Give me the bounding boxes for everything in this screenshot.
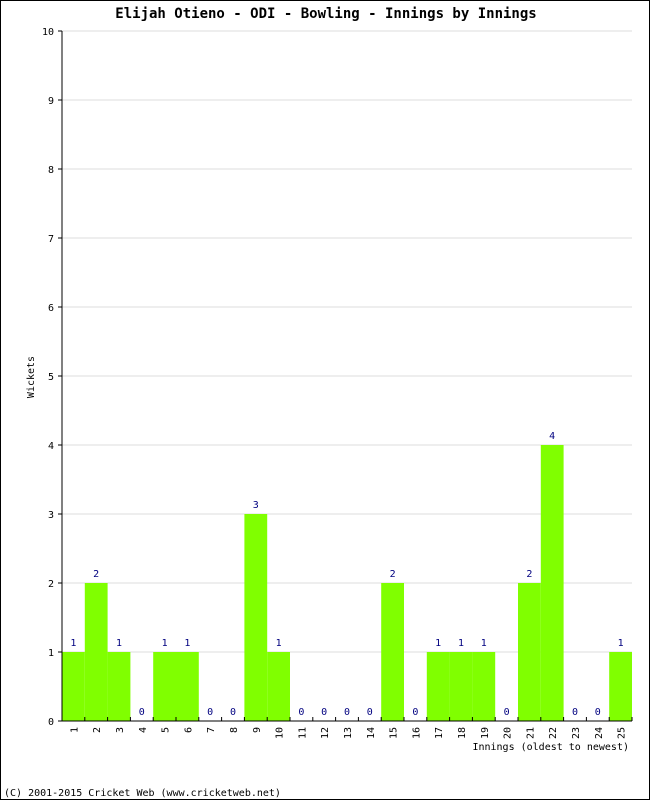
bar [472, 652, 496, 721]
x-tick-label: 8 [229, 727, 240, 733]
y-tick-label: 3 [48, 510, 54, 521]
x-tick-label: 24 [594, 727, 605, 739]
y-tick-label: 0 [48, 717, 54, 728]
x-tick-label: 15 [389, 727, 400, 739]
bar-value-label: 2 [526, 569, 532, 580]
x-tick-label: 23 [571, 727, 582, 739]
x-tick-label: 13 [343, 727, 354, 739]
y-tick-labels: 0 1 2 3 4 5 6 7 8 9 10 [42, 27, 54, 728]
bar-value-label: 0 [298, 707, 304, 718]
bar [540, 445, 564, 721]
x-tick-label: 3 [115, 727, 126, 733]
bar-value-label: 1 [70, 638, 76, 649]
chart-title: Elijah Otieno - ODI - Bowling - Innings … [115, 6, 536, 22]
x-axis-label: Innings (oldest to newest) [472, 742, 629, 753]
bar-value-label: 1 [435, 638, 441, 649]
x-tick-label: 19 [480, 727, 491, 739]
x-tick-label: 1 [69, 727, 80, 733]
bar [381, 583, 404, 721]
x-tick-label: 17 [434, 727, 445, 739]
bar-value-label: 1 [162, 638, 168, 649]
x-tick-label: 10 [275, 727, 286, 739]
bar [107, 652, 131, 721]
bar-value-label: 0 [595, 707, 601, 718]
bar-value-label: 2 [390, 569, 396, 580]
bar-value-label: 1 [481, 638, 487, 649]
bar-value-label: 0 [139, 707, 145, 718]
y-tick-label: 10 [42, 27, 54, 38]
bar [62, 652, 85, 721]
bar [153, 652, 176, 721]
x-tick-label: 25 [617, 727, 628, 739]
x-tick-label: 2 [92, 727, 103, 733]
y-tick-label: 9 [48, 96, 54, 107]
x-tick-label: 16 [411, 727, 422, 739]
bar [609, 652, 632, 721]
x-tick-label: 22 [548, 727, 559, 739]
x-tick-label: 14 [366, 727, 377, 739]
y-tick-label: 4 [48, 441, 54, 452]
bar-value-label: 1 [458, 638, 464, 649]
bar-value-label: 0 [412, 707, 418, 718]
bar-value-label: 1 [184, 638, 190, 649]
bar-value-label: 1 [618, 638, 624, 649]
x-tick-label: 18 [457, 727, 468, 739]
bar-value-label: 0 [321, 707, 327, 718]
bar-value-label: 1 [116, 638, 122, 649]
bar [244, 514, 268, 721]
bar [84, 583, 108, 721]
y-tick-label: 7 [48, 234, 54, 245]
bar-value-label: 0 [504, 707, 510, 718]
bar-value-label: 3 [253, 500, 259, 511]
x-tick-labels: 1 2 3 4 5 6 7 8 9 10 11 12 13 14 15 16 17 18 19 20 21 22 23 24 2… [69, 727, 627, 739]
copyright-text: (C) 2001-2015 Cricket Web (www.cricketwe… [4, 788, 281, 799]
chart-frame: Elijah Otieno - ODI - Bowling - Innings … [0, 0, 650, 800]
bar-value-label: 4 [549, 431, 555, 442]
bowling-chart: Elijah Otieno - ODI - Bowling - Innings … [4, 6, 633, 799]
bar-value-label: 0 [367, 707, 373, 718]
y-tick-label: 1 [48, 648, 54, 659]
x-tick-label: 9 [252, 727, 263, 733]
bar [176, 652, 199, 721]
x-tick-label: 4 [138, 727, 149, 733]
bar [518, 583, 541, 721]
x-tick-label: 20 [503, 727, 514, 739]
y-tick-label: 8 [48, 165, 54, 176]
y-tick-label: 5 [48, 372, 54, 383]
x-tick-label: 5 [161, 727, 172, 733]
x-tick-label: 11 [297, 727, 308, 739]
y-tick-label: 6 [48, 303, 54, 314]
bar [426, 652, 450, 721]
bar-value-label: 0 [207, 707, 213, 718]
bar-value-label: 0 [344, 707, 350, 718]
bar [267, 652, 290, 721]
bar-value-label: 2 [93, 569, 99, 580]
bar-value-label: 0 [230, 707, 236, 718]
bar [449, 652, 473, 721]
bar-value-label: 1 [276, 638, 282, 649]
x-tick-label: 6 [183, 727, 194, 733]
y-tick-label: 2 [48, 579, 54, 590]
x-tick-label: 12 [320, 727, 331, 739]
bar-value-label: 0 [572, 707, 578, 718]
y-axis-label: Wickets [26, 356, 37, 398]
x-tick-label: 21 [525, 727, 536, 739]
x-tick-label: 7 [206, 727, 217, 733]
